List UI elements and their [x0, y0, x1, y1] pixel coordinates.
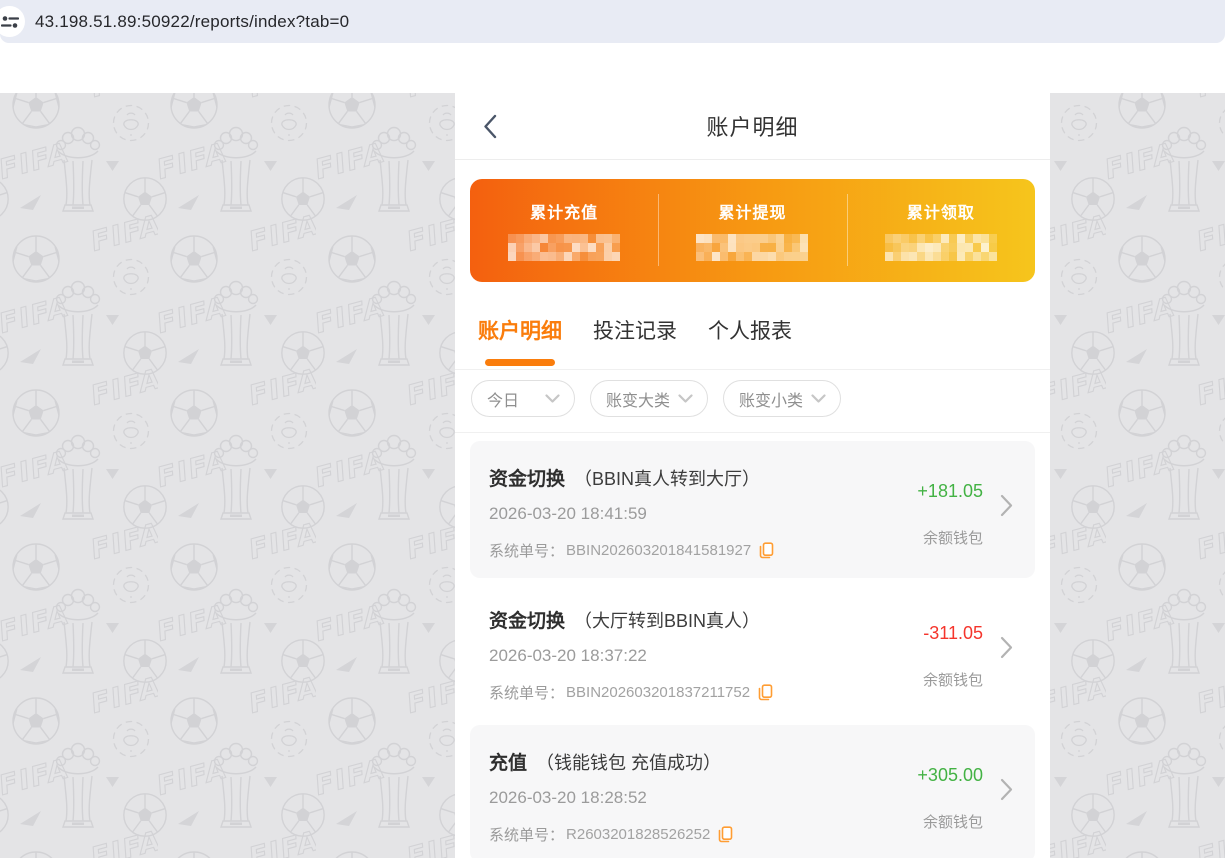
order-label: 系统单号：	[489, 543, 565, 560]
order-number: BBIN202603201837211752	[566, 684, 751, 701]
transaction-type: 资金切换	[489, 611, 566, 632]
site-settings-icon[interactable]	[0, 6, 25, 37]
copy-icon[interactable]	[758, 684, 773, 701]
transaction-order: 系统单号： BBIN202603201841581927	[489, 540, 774, 561]
tab-account-details[interactable]: 账户明细	[478, 315, 562, 369]
transaction-amount: +181.05	[917, 481, 983, 501]
transaction-detail: （钱能钱包 充值成功）	[536, 753, 722, 773]
summary-total-withdraw: 累计提现	[658, 179, 846, 282]
wallet-label: 余额钱包	[922, 672, 983, 689]
redacted-value	[884, 234, 997, 261]
transaction-list: 资金切换 （BBIN真人转到大厅） 2026-03-20 18:41:59 系统单…	[455, 433, 1050, 858]
copy-icon[interactable]	[718, 826, 733, 843]
filter-label: 今日	[487, 392, 520, 410]
transaction-title: 资金切换 （BBIN真人转到大厅）	[489, 464, 760, 491]
transaction-detail: （大厅转到BBIN真人）	[574, 611, 761, 631]
url-text: 43.198.51.89:50922/reports/index?tab=0	[35, 11, 350, 31]
wallet-label: 余额钱包	[922, 530, 983, 547]
chevron-down-icon	[678, 393, 693, 403]
tab-personal-report[interactable]: 个人报表	[708, 315, 792, 369]
transaction-amount: +305.00	[917, 765, 983, 785]
transaction-title: 充值 （钱能钱包 充值成功）	[489, 748, 721, 775]
transaction-type: 充值	[489, 753, 528, 774]
chevron-right-icon	[1000, 494, 1013, 517]
wallet-label: 余额钱包	[922, 814, 983, 831]
tab-label: 投注记录	[593, 320, 677, 343]
order-number: BBIN202603201841581927	[566, 542, 752, 559]
order-label: 系统单号：	[489, 685, 565, 702]
transaction-datetime: 2026-03-20 18:28:52	[489, 788, 647, 807]
order-label: 系统单号：	[489, 827, 565, 844]
transaction-order: 系统单号： R2603201828526252	[489, 824, 733, 845]
filter-change-subcategory[interactable]: 账变小类	[723, 380, 841, 417]
tab-bar: 账户明细 投注记录 个人报表	[455, 282, 1050, 370]
transaction-row[interactable]: 资金切换 （BBIN真人转到大厅） 2026-03-20 18:41:59 系统单…	[470, 441, 1035, 578]
filter-bar: 今日 账变大类 账变小类	[455, 370, 1050, 433]
chevron-right-icon	[1000, 778, 1013, 801]
filter-label: 账变大类	[606, 392, 671, 410]
summary-total-claimed: 累计领取	[847, 179, 1035, 282]
chevron-down-icon	[545, 393, 560, 403]
transaction-order: 系统单号： BBIN202603201837211752	[489, 682, 773, 703]
chevron-right-icon	[1000, 636, 1013, 659]
order-number: R2603201828526252	[566, 826, 711, 843]
app-header: 账户明细	[455, 93, 1050, 160]
summary-card: 累计充值 累计提现 累计领取	[470, 179, 1035, 282]
page-title: 账户明细	[706, 115, 799, 140]
summary-label: 累计充值	[530, 205, 599, 222]
active-tab-underline	[485, 359, 555, 366]
transaction-row[interactable]: 充值 （钱能钱包 充值成功） 2026-03-20 18:28:52 系统单号： …	[470, 725, 1035, 858]
account-details-panel: 账户明细 累计充值 累计提现 累计领取 账户明细 投注记录 个人报表 今日 账变…	[455, 93, 1050, 858]
transaction-title: 资金切换 （大厅转到BBIN真人）	[489, 606, 760, 633]
summary-label: 累计领取	[906, 205, 975, 222]
transaction-type: 资金切换	[489, 469, 566, 490]
transaction-detail: （BBIN真人转到大厅）	[574, 469, 761, 489]
redacted-value	[508, 234, 621, 261]
summary-total-deposit: 累计充值	[470, 179, 658, 282]
tab-label: 个人报表	[708, 320, 792, 343]
tab-bet-records[interactable]: 投注记录	[593, 315, 677, 369]
summary-label: 累计提现	[718, 205, 787, 222]
redacted-value	[696, 234, 809, 261]
filter-date-range[interactable]: 今日	[471, 380, 575, 417]
summary-divider	[658, 194, 660, 266]
summary-divider	[846, 194, 848, 266]
back-button[interactable]	[482, 93, 518, 159]
transaction-datetime: 2026-03-20 18:37:22	[489, 646, 647, 665]
browser-address-bar[interactable]: 43.198.51.89:50922/reports/index?tab=0	[0, 0, 1225, 43]
transaction-datetime: 2026-03-20 18:41:59	[489, 504, 647, 523]
chevron-left-icon	[484, 114, 497, 138]
transaction-row[interactable]: 资金切换 （大厅转到BBIN真人） 2026-03-20 18:37:22 系统单…	[470, 583, 1035, 720]
transaction-amount: -311.05	[923, 623, 983, 643]
chevron-down-icon	[811, 393, 826, 403]
tab-label: 账户明细	[478, 320, 562, 343]
filter-change-category[interactable]: 账变大类	[590, 380, 708, 417]
filter-label: 账变小类	[739, 392, 804, 410]
copy-icon[interactable]	[759, 542, 774, 559]
